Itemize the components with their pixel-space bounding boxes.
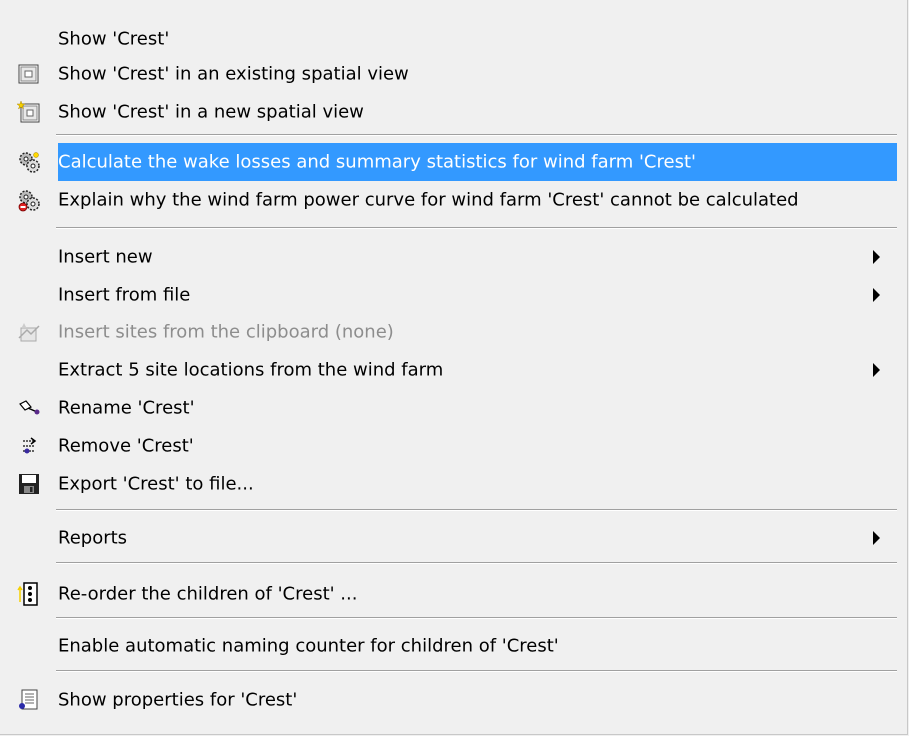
menu-item-export[interactable]: Export 'Crest' to file... [0,465,909,503]
menu-item-label: Insert from file [58,284,191,306]
menu-separator [56,134,897,136]
calculate-gears-icon [17,150,41,174]
menu-item-label: Insert sites from the clipboard (none) [58,321,394,343]
menu-separator [56,670,897,672]
menu-item-label: Show properties for 'Crest' [58,689,298,711]
menu-item-rename[interactable]: Rename 'Crest' [0,389,909,427]
menu-item-show-existing-spatial-view[interactable]: Show 'Crest' in an existing spatial view [0,55,909,93]
menu-item-calculate-wake-losses[interactable]: Calculate the wake losses and summary st… [0,143,909,181]
menu-separator [56,227,897,229]
reorder-icon [17,582,41,606]
submenu-arrow-icon [873,363,880,377]
menu-item-show[interactable]: Show 'Crest' [0,20,909,58]
submenu-arrow-icon [873,531,880,545]
rename-icon [17,396,41,420]
menu-item-extract-site-locations[interactable]: Extract 5 site locations from the wind f… [0,351,909,389]
menu-item-label: Export 'Crest' to file... [58,473,254,495]
menu-item-label: Explain why the wind farm power curve fo… [58,189,799,211]
spatial-view-icon [17,62,41,86]
menu-item-reports[interactable]: Reports [0,519,909,557]
menu-separator [56,617,897,619]
menu-item-label: Rename 'Crest' [58,397,195,419]
menu-item-label: Extract 5 site locations from the wind f… [58,359,444,381]
menu-item-show-new-spatial-view[interactable]: Show 'Crest' in a new spatial view [0,93,909,131]
menu-item-explain-power-curve[interactable]: Explain why the wind farm power curve fo… [0,181,909,219]
menu-item-insert-sites-clipboard: Insert sites from the clipboard (none) [0,313,909,351]
menu-separator [56,509,897,511]
export-disk-icon [17,472,41,496]
menu-item-label: Re-order the children of 'Crest' ... [58,583,358,605]
remove-icon [17,434,41,458]
menu-item-label: Remove 'Crest' [58,435,194,457]
explain-gears-icon [17,188,41,212]
menu-item-label: Enable automatic naming counter for chil… [58,635,559,657]
menu-item-remove[interactable]: Remove 'Crest' [0,427,909,465]
menu-item-label: Show 'Crest' in an existing spatial view [58,63,409,85]
properties-icon [17,688,41,712]
menu-item-reorder-children[interactable]: Re-order the children of 'Crest' ... [0,575,909,613]
menu-item-label: Show 'Crest' in a new spatial view [58,101,364,123]
menu-item-label: Calculate the wake losses and summary st… [58,151,696,173]
menu-item-enable-naming-counter[interactable]: Enable automatic naming counter for chil… [0,627,909,665]
submenu-arrow-icon [873,250,880,264]
context-menu: Show 'Crest' Show 'Crest' in an existing… [0,0,908,735]
menu-item-show-properties[interactable]: Show properties for 'Crest' [0,681,909,719]
menu-item-label: Reports [58,527,128,549]
clipboard-sites-icon [17,320,41,344]
menu-item-insert-from-file[interactable]: Insert from file [0,276,909,314]
menu-item-label: Insert new [58,246,153,268]
menu-item-label: Show 'Crest' [58,28,170,50]
new-spatial-view-icon [16,100,41,124]
submenu-arrow-icon [873,288,880,302]
menu-separator [56,562,897,564]
menu-item-insert-new[interactable]: Insert new [0,238,909,276]
